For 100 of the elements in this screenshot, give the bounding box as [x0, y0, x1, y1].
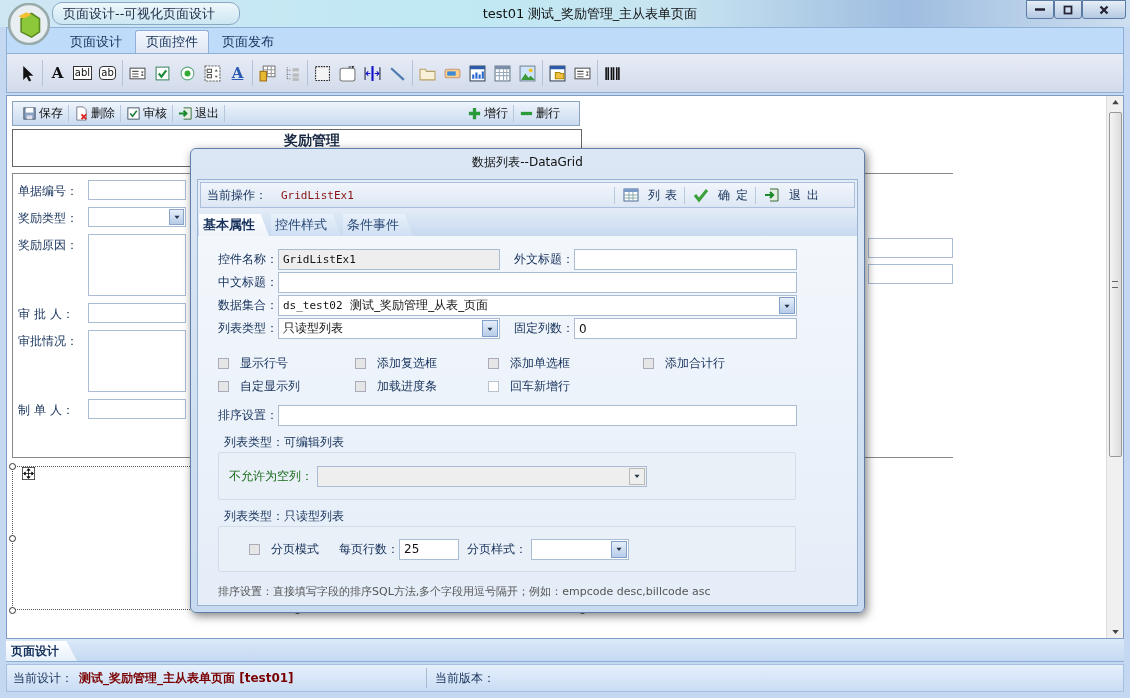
checkbox-label: 添加复选框 — [377, 355, 437, 372]
toolbar-button[interactable]: 审核 — [121, 105, 173, 122]
ribbon-tab[interactable]: 页面控件 — [135, 30, 209, 53]
ribbon-tab[interactable]: 页面发布 — [211, 30, 285, 53]
toolbar-button[interactable]: 列 表 — [613, 186, 685, 204]
checkbox[interactable] — [488, 381, 499, 392]
save-icon — [22, 106, 37, 121]
radio-icon[interactable] — [179, 64, 196, 82]
checkbox-label: 添加合计行 — [665, 355, 725, 372]
dropdown-field[interactable] — [531, 538, 629, 560]
status-label: 当前版本： — [435, 669, 495, 687]
operation-value: GridListEx1 — [281, 188, 354, 202]
move-icon[interactable] — [22, 467, 35, 480]
frame-icon[interactable] — [314, 64, 331, 82]
tree-icon[interactable] — [284, 64, 301, 82]
table-icon — [622, 187, 639, 203]
ribbon-tab[interactable]: 页面设计 — [59, 30, 133, 53]
field-label: 外文标题： — [514, 251, 574, 268]
barcode-icon[interactable] — [604, 64, 621, 82]
checkbox-label: 回车新增行 — [510, 378, 570, 395]
field-label: 数据集合： — [218, 297, 278, 314]
checkbox-label: 分页模式 — [271, 540, 319, 558]
text-area[interactable] — [88, 330, 186, 392]
toolbar-button[interactable]: 确 定 — [684, 186, 756, 204]
tab[interactable]: 控件样式 — [271, 214, 341, 236]
dropdown-button[interactable] — [611, 540, 627, 558]
field-label: 单据编号： — [18, 183, 79, 200]
textbox-tool-icon[interactable]: abl — [72, 66, 93, 80]
toolbar-button[interactable]: 退 出 — [755, 186, 826, 204]
toolbar-button[interactable]: 退出 — [173, 105, 225, 122]
input-field[interactable]: 0 — [574, 318, 797, 339]
exit-icon — [178, 106, 193, 121]
resize-handle[interactable] — [9, 463, 16, 470]
maximize-button[interactable] — [1054, 0, 1082, 19]
minimize-icon — [1035, 8, 1045, 11]
chart-window-icon[interactable] — [469, 64, 486, 82]
delete-icon — [74, 106, 89, 121]
field-label: 每页行数： — [339, 540, 399, 558]
table-icon[interactable] — [259, 64, 276, 82]
field-label: 分页样式： — [467, 540, 527, 558]
toolbar-button[interactable]: 删行 — [514, 105, 565, 122]
input-field[interactable] — [278, 272, 797, 293]
input-field[interactable] — [88, 303, 186, 323]
dropdown-field[interactable]: 只读型列表 — [278, 318, 500, 339]
checkbox-icon — [126, 106, 141, 121]
form-title: 奖励管理 — [284, 132, 340, 150]
dropdown-button[interactable] — [779, 297, 795, 314]
window-title: test01 测试_奖励管理_主从表单页面 — [481, 5, 698, 21]
dropdown-button[interactable] — [482, 320, 498, 337]
close-button[interactable] — [1082, 0, 1126, 19]
dropdown-field[interactable]: ds_test02 测试_奖励管理_从表_页面 — [278, 295, 797, 316]
plus-icon — [467, 106, 482, 121]
input-field[interactable] — [88, 399, 186, 419]
dropdown-button[interactable] — [169, 209, 184, 225]
check-icon — [693, 187, 710, 203]
toolbar-button[interactable]: 保存 — [17, 105, 69, 122]
input-field[interactable] — [868, 238, 953, 258]
toolbar-button[interactable]: 增行 — [462, 105, 514, 122]
group-title: 列表类型：只读型列表 — [224, 508, 345, 525]
app-logo-icon — [8, 3, 50, 45]
toolbar-button[interactable]: 删除 — [69, 105, 121, 122]
text-area[interactable] — [88, 234, 186, 296]
tab[interactable]: 基本属性 — [199, 214, 269, 236]
field-label: 排序设置： — [218, 407, 278, 424]
label-tool-icon[interactable]: A — [231, 64, 244, 82]
resize-handle[interactable] — [9, 607, 16, 614]
checkbox-label: 显示行号 — [240, 355, 288, 372]
text-tool-icon[interactable]: A — [51, 64, 64, 82]
field-label: 控件名称： — [218, 251, 278, 268]
resize-handle[interactable] — [9, 535, 16, 542]
hint-text: 排序设置：直接填写字段的排序SQL方法,多个字段用逗号隔开；例如：empcode desc,billcode asc — [218, 584, 712, 599]
listbox-icon[interactable] — [204, 64, 221, 82]
page-tab[interactable]: 页面设计 — [6, 641, 77, 661]
group-title: 列表类型：可编辑列表 — [224, 434, 345, 451]
input-field[interactable] — [868, 264, 953, 284]
window-icon[interactable] — [549, 64, 566, 82]
field-label: 不允许为空列： — [229, 467, 313, 485]
status-label: 当前设计： — [13, 669, 73, 687]
vertical-scrollbar[interactable] — [1106, 96, 1123, 638]
calendar-icon[interactable] — [494, 64, 511, 82]
memo-icon[interactable] — [339, 64, 356, 82]
field-label: 审 批 人： — [18, 306, 75, 323]
tab[interactable]: 条件事件 — [343, 214, 413, 236]
checkbox-label: 添加单选框 — [510, 355, 570, 372]
field-label: 制 单 人： — [18, 402, 75, 419]
input-field[interactable] — [88, 180, 186, 200]
dropdown-field[interactable] — [88, 207, 186, 227]
input-field[interactable] — [574, 249, 797, 270]
input-field[interactable] — [278, 405, 797, 426]
button-tool-icon[interactable]: ab — [99, 66, 116, 80]
operation-label: 当前操作： — [207, 186, 267, 204]
field-label: 奖励类型： — [18, 210, 79, 227]
image-icon[interactable] — [519, 64, 536, 82]
input-field[interactable]: 25 — [399, 538, 459, 560]
minimize-button[interactable] — [1026, 0, 1054, 19]
status-value: 测试_奖励管理_主从表单页面 [test01] — [79, 669, 294, 687]
scroll-thumb[interactable] — [1108, 112, 1122, 457]
checkbox-icon[interactable] — [154, 64, 171, 82]
exit-icon — [764, 187, 781, 203]
splitter-icon[interactable] — [364, 64, 381, 82]
